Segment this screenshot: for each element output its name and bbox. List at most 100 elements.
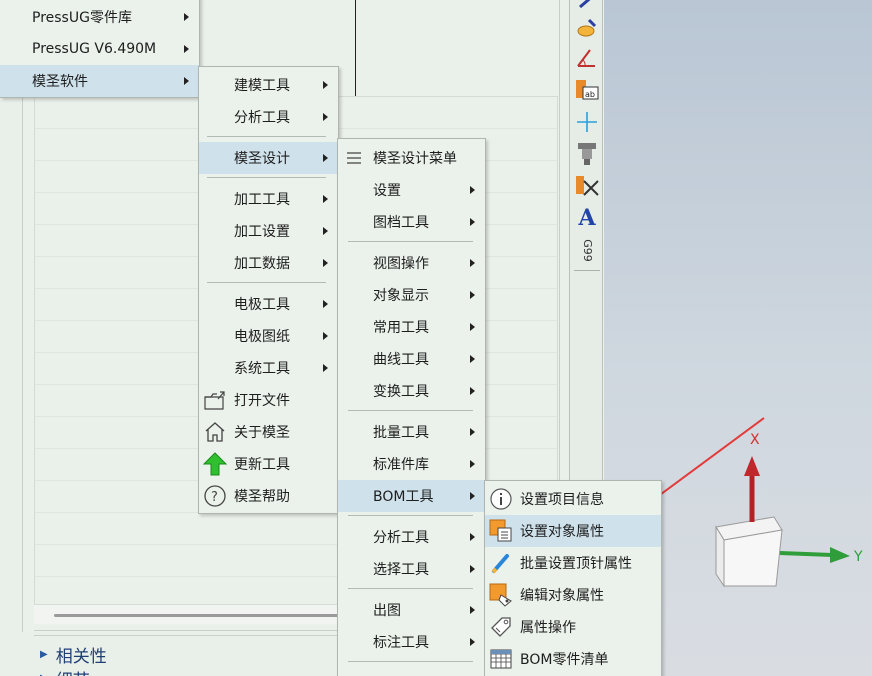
menu-item-electrode-tools[interactable]: 电极工具 [199, 288, 338, 320]
menu-item-label: BOM零件清单 [520, 652, 609, 668]
menu-item-label: 常用工具 [373, 320, 429, 336]
section-details-label: 细节 [56, 666, 90, 676]
menu-item-label: 分析工具 [373, 530, 429, 546]
menu-separator [207, 282, 326, 283]
menu-item-batch-ejector-properties[interactable]: 批量设置顶针属性 [485, 547, 661, 579]
submenu-arrow-icon [323, 259, 328, 267]
object-properties-icon [489, 519, 513, 543]
menu-item-label: 批量设置顶针属性 [520, 556, 632, 572]
submenu-arrow-icon [470, 460, 475, 468]
submenu-arrow-icon [323, 81, 328, 89]
menu-item-label: 加工数据 [234, 256, 290, 272]
menu-item-machining-settings[interactable]: 加工设置 [199, 215, 338, 247]
submenu-arrow-icon [323, 113, 328, 121]
menu-item-mosheng-help[interactable]: ? 模圣帮助 [199, 480, 338, 512]
svg-text:ab: ab [585, 90, 595, 99]
submenu-arrow-icon [470, 218, 475, 226]
menu-item-update-tools[interactable]: 更新工具 [199, 448, 338, 480]
menu-item-object-display[interactable]: 对象显示 [338, 279, 485, 311]
menu-item-analysis-tools[interactable]: 分析工具 [199, 101, 338, 133]
expand-arrow-icon[interactable]: ▶ [40, 649, 48, 660]
edit-dimension-icon[interactable] [573, 172, 601, 200]
menu-item-mosheng-design[interactable]: 模圣设计 [199, 142, 338, 174]
scrollbar-thumb[interactable] [54, 614, 344, 617]
menu-item-edit-object-properties[interactable]: 编辑对象属性 [485, 579, 661, 611]
menu-item-drawing-output[interactable]: 出图 [338, 594, 485, 626]
menu-item-pressug-library[interactable]: PressUG零件库 [0, 1, 199, 33]
menu-item-modeling-tools[interactable]: 建模工具 [199, 69, 338, 101]
menu-item-pressug-version[interactable]: PressUG V6.490M [0, 33, 199, 65]
menu-item-open-file[interactable]: 打开文件 [199, 384, 338, 416]
sketch-tool-icon[interactable] [573, 14, 601, 42]
menu-item-label: 设置对象属性 [520, 524, 604, 540]
open-file-icon [203, 388, 227, 412]
menu-item-curve-tools[interactable]: 曲线工具 [338, 343, 485, 375]
menu-item-label: 属性操作 [520, 620, 576, 636]
table-icon [489, 647, 513, 671]
menu-item-view-operations[interactable]: 视图操作 [338, 247, 485, 279]
submenu-arrow-icon [323, 364, 328, 372]
submenu-arrow-icon [184, 45, 189, 53]
menu-item-label: 曲线工具 [373, 352, 429, 368]
menu-item-label: 视图操作 [373, 256, 429, 272]
submenu-arrow-icon [323, 300, 328, 308]
menu-item-label: 模圣设计菜单 [373, 151, 457, 167]
submenu-arrow-icon [470, 387, 475, 395]
menu-item-label: 电极图纸 [234, 329, 290, 345]
menu-item-batch-tools[interactable]: 批量工具 [338, 416, 485, 448]
menu-item-transform-tools[interactable]: 变换工具 [338, 375, 485, 407]
text-tool-icon[interactable]: A [573, 204, 601, 232]
menu-item-label: 关于模圣 [234, 425, 290, 441]
text-tool-glyph: A [578, 205, 596, 231]
menu-item-property-operations[interactable]: 属性操作 [485, 611, 661, 643]
menu-item-drawing-tools[interactable]: 图档工具 [338, 206, 485, 238]
menu-item-label: 加工工具 [234, 192, 290, 208]
submenu-arrow-icon [470, 638, 475, 646]
cutter-tool-icon[interactable] [573, 140, 601, 168]
partial-tool-icon[interactable] [573, 0, 601, 14]
menu-item-bom-parts-list[interactable]: BOM零件清单 [485, 643, 661, 675]
angle-measure-icon[interactable] [573, 44, 601, 72]
menu-item-label: BOM工具 [373, 489, 434, 505]
submenu-arrow-icon [470, 565, 475, 573]
section-details[interactable]: ▶ 细节 [40, 666, 90, 676]
menu-item-label: 模圣设计 [234, 151, 290, 167]
menu-item-annotation-tools[interactable]: 标注工具 [338, 626, 485, 658]
menu-item-common-tools[interactable]: 常用工具 [338, 311, 485, 343]
crosshair-icon[interactable] [573, 108, 601, 136]
menu-item-set-object-properties[interactable]: 设置对象属性 [485, 515, 661, 547]
menu-item-label: 打开文件 [234, 393, 290, 409]
menu-item-standard-parts[interactable]: 标准件库 [338, 448, 485, 480]
menu-item-label: 设置 [373, 183, 401, 199]
menu-item-about-mosheng[interactable]: 关于模圣 [199, 416, 338, 448]
menu-item-selection-tools[interactable]: 选择工具 [338, 553, 485, 585]
menu-separator [348, 515, 473, 516]
section-dependencies[interactable]: ▶ 相关性 [40, 642, 107, 667]
g99-tool-button[interactable]: G99 [573, 236, 601, 264]
menu-item-system-tools[interactable]: 系统工具 [199, 352, 338, 384]
menu-item-machining-data[interactable]: 加工数据 [199, 247, 338, 279]
menu-lines-icon [342, 146, 366, 170]
menu-item-set-project-info[interactable]: 设置项目信息 [485, 483, 661, 515]
menu-item-design-menu[interactable]: 模圣设计菜单 [338, 142, 485, 174]
menu-item-bom-tools[interactable]: BOM工具 [338, 480, 485, 512]
menu-separator [348, 661, 473, 662]
menu-item-label: 对象显示 [373, 288, 429, 304]
menu-item-electrode-drawings[interactable]: 电极图纸 [199, 320, 338, 352]
submenu-arrow-icon [470, 259, 475, 267]
table-note-icon[interactable]: ab [573, 76, 601, 104]
tag-icon [489, 615, 513, 639]
submenu-arrow-icon [184, 13, 189, 21]
axis-x-label: X [750, 432, 760, 448]
green-up-arrow-icon [203, 452, 227, 476]
view-triad[interactable] [715, 456, 850, 588]
submenu-arrow-icon [323, 154, 328, 162]
menu-item-label: 加工设置 [234, 224, 290, 240]
menu-item-machining-tools[interactable]: 加工工具 [199, 183, 338, 215]
main-menu: PressUG零件库 PressUG V6.490M 模圣软件 [0, 0, 200, 98]
ejector-pin-icon [489, 551, 513, 575]
menu-item-settings[interactable]: 设置 [338, 174, 485, 206]
column-divider [355, 0, 356, 96]
menu-item-mosheng-software[interactable]: 模圣软件 [0, 65, 199, 97]
menu-item-analysis-tools-2[interactable]: 分析工具 [338, 521, 485, 553]
